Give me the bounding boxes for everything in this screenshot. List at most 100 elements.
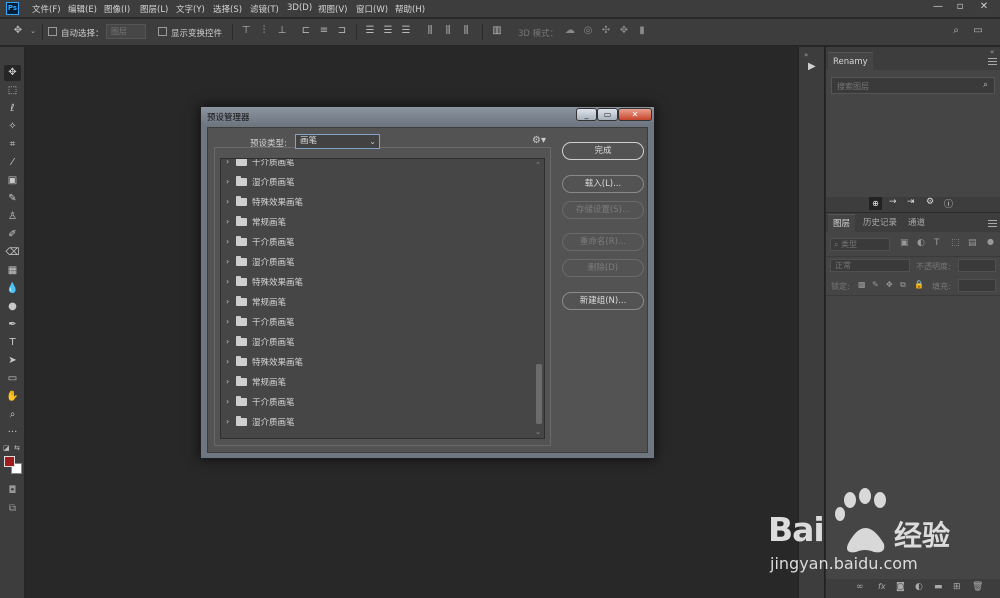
3d-scale-icon[interactable]: ▮: [636, 25, 648, 37]
distribute-vertical-center-icon[interactable]: ☰: [382, 25, 394, 37]
menu-window[interactable]: 窗口(W): [356, 3, 388, 15]
menu-3d[interactable]: 3D(D): [287, 3, 312, 13]
lock-all-icon[interactable]: 🔒: [914, 280, 924, 289]
scroll-down-icon[interactable]: ⌄: [535, 428, 541, 436]
dialog-close-button[interactable]: ✕: [618, 108, 652, 121]
add-mask-icon[interactable]: ◙: [896, 582, 905, 592]
list-item[interactable]: › 湿介质画笔: [221, 252, 531, 272]
chevron-right-icon[interactable]: ›: [226, 337, 229, 346]
minimize-button[interactable]: —: [928, 0, 948, 14]
move-tool-icon[interactable]: ✥: [12, 25, 24, 37]
filter-toggle-icon[interactable]: ●: [987, 237, 994, 246]
3d-orbit-icon[interactable]: ☁: [564, 25, 576, 37]
preset-list-scrollbar[interactable]: ⌃ ⌄: [534, 159, 544, 438]
menu-help[interactable]: 帮助(H): [395, 3, 425, 15]
arrow-right-icon[interactable]: →: [889, 197, 897, 207]
dialog-minimize-button[interactable]: _: [576, 108, 597, 121]
list-item[interactable]: › 湿介质画笔: [221, 172, 531, 192]
fill-input[interactable]: [958, 279, 996, 292]
gear-icon[interactable]: ⚙▾: [532, 135, 546, 146]
opacity-input[interactable]: [958, 259, 996, 272]
list-item[interactable]: › 湿介质画笔: [221, 332, 531, 352]
distribute-bottom-icon[interactable]: ☰: [400, 25, 412, 37]
lock-position-icon[interactable]: ✥: [886, 280, 893, 289]
lock-pixels-icon[interactable]: ✎: [872, 280, 879, 289]
chevron-right-icon[interactable]: ›: [226, 397, 229, 406]
preset-type-select[interactable]: 画笔 ⌄: [295, 134, 380, 149]
new-group-button[interactable]: 新建组(N)...: [562, 292, 644, 310]
menu-filter[interactable]: 滤镜(T): [250, 3, 279, 15]
path-selection-tool-icon[interactable]: ➤: [4, 353, 21, 369]
filter-type-icon[interactable]: T: [934, 238, 940, 248]
renamy-mode-icon[interactable]: ⊕: [869, 197, 882, 210]
rename-button[interactable]: 重命名(R)...: [562, 233, 644, 251]
filter-pixel-icon[interactable]: ▣: [900, 238, 909, 248]
menu-layer[interactable]: 图层(L): [140, 3, 168, 15]
chevron-right-icon[interactable]: ›: [226, 277, 229, 286]
clone-stamp-tool-icon[interactable]: ♙: [4, 209, 21, 225]
foreground-color-swatch[interactable]: [4, 456, 15, 467]
fx-icon[interactable]: fx: [878, 582, 886, 591]
list-item[interactable]: › 特殊效果画笔: [221, 192, 531, 212]
scroll-up-icon[interactable]: ⌃: [535, 161, 541, 169]
dialog-maximize-button[interactable]: ▭: [597, 108, 618, 121]
align-top-icon[interactable]: ⊤: [240, 25, 252, 37]
menu-image[interactable]: 图像(I): [104, 3, 130, 15]
renamy-search-input[interactable]: 搜索图层 ⌕: [831, 77, 995, 94]
pen-tool-icon[interactable]: ✒: [4, 317, 21, 333]
list-item[interactable]: › 常规画笔: [221, 372, 531, 392]
search-icon[interactable]: ⌕: [950, 25, 962, 37]
list-item[interactable]: › 特殊效果画笔: [221, 352, 531, 372]
blend-mode-select[interactable]: 正常: [830, 259, 910, 272]
list-item[interactable]: › 干介质画笔: [221, 159, 531, 172]
auto-select-target-select[interactable]: 图层: [106, 24, 146, 39]
chevron-right-icon[interactable]: ›: [226, 177, 229, 186]
filter-smart-object-icon[interactable]: ▤: [968, 238, 977, 248]
chevron-right-icon[interactable]: ›: [226, 197, 229, 206]
link-layers-icon[interactable]: ∞: [856, 582, 864, 592]
distribute-top-icon[interactable]: ☰: [364, 25, 376, 37]
dialog-titlebar[interactable]: 预设管理器 _ ▭ ✕: [201, 107, 654, 125]
new-layer-icon[interactable]: ⊞: [953, 582, 961, 592]
align-horizontal-center-icon[interactable]: ≡: [318, 25, 330, 37]
chevron-down-icon[interactable]: ⌄: [27, 25, 39, 37]
3d-slide-icon[interactable]: ✥: [618, 25, 630, 37]
more-tools-icon[interactable]: ···: [4, 425, 21, 441]
filter-shape-icon[interactable]: ⬚: [951, 238, 960, 248]
list-item[interactable]: › 特殊效果画笔: [221, 272, 531, 292]
scrollbar-thumb[interactable]: [536, 364, 542, 424]
chevron-right-icon[interactable]: ›: [226, 257, 229, 266]
3d-pan-icon[interactable]: ✣: [600, 25, 612, 37]
blur-tool-icon[interactable]: 💧: [4, 281, 21, 297]
play-icon[interactable]: ▶: [808, 61, 816, 72]
rectangle-tool-icon[interactable]: ▭: [4, 371, 21, 387]
tab-layers[interactable]: 图层: [828, 214, 856, 232]
healing-brush-tool-icon[interactable]: ▣: [4, 173, 21, 189]
chevron-right-icon[interactable]: ›: [226, 377, 229, 386]
done-button[interactable]: 完成: [562, 142, 644, 160]
quick-mask-icon[interactable]: ◘: [4, 483, 21, 499]
info-icon[interactable]: ⓘ: [944, 197, 953, 210]
delete-layer-icon[interactable]: 🗑: [972, 582, 983, 592]
close-button[interactable]: ✕: [974, 0, 994, 14]
menu-type[interactable]: 文字(Y): [176, 3, 205, 15]
tab-history[interactable]: 历史记录: [858, 214, 902, 232]
panel-menu-icon[interactable]: [988, 220, 997, 227]
lock-transparent-icon[interactable]: ▩: [858, 280, 866, 289]
layer-filter-select[interactable]: ⌕ 类型: [830, 238, 890, 251]
3d-roll-icon[interactable]: ◎: [582, 25, 594, 37]
auto-align-icon[interactable]: ▥: [491, 25, 503, 37]
menu-view[interactable]: 视图(V): [318, 3, 347, 15]
distribute-right-icon[interactable]: ⫼: [460, 25, 472, 37]
marquee-tool-icon[interactable]: ⬚: [4, 83, 21, 99]
dodge-tool-icon[interactable]: ●: [4, 299, 21, 315]
gradient-tool-icon[interactable]: ▦: [4, 263, 21, 279]
preset-list[interactable]: › 干介质画笔 › 湿介质画笔 › 特殊效果画笔 › 常规画笔 › 干介质画笔 › 湿介质画…: [220, 158, 545, 439]
chevron-right-icon[interactable]: ›: [226, 237, 229, 246]
chevron-right-icon[interactable]: ›: [226, 217, 229, 226]
zoom-tool-icon[interactable]: ⌕: [4, 407, 21, 423]
menu-select[interactable]: 选择(S): [213, 3, 242, 15]
history-brush-tool-icon[interactable]: ✐: [4, 227, 21, 243]
distribute-horizontal-center-icon[interactable]: ⫼: [442, 25, 454, 37]
tab-channels[interactable]: 通道: [903, 214, 930, 232]
